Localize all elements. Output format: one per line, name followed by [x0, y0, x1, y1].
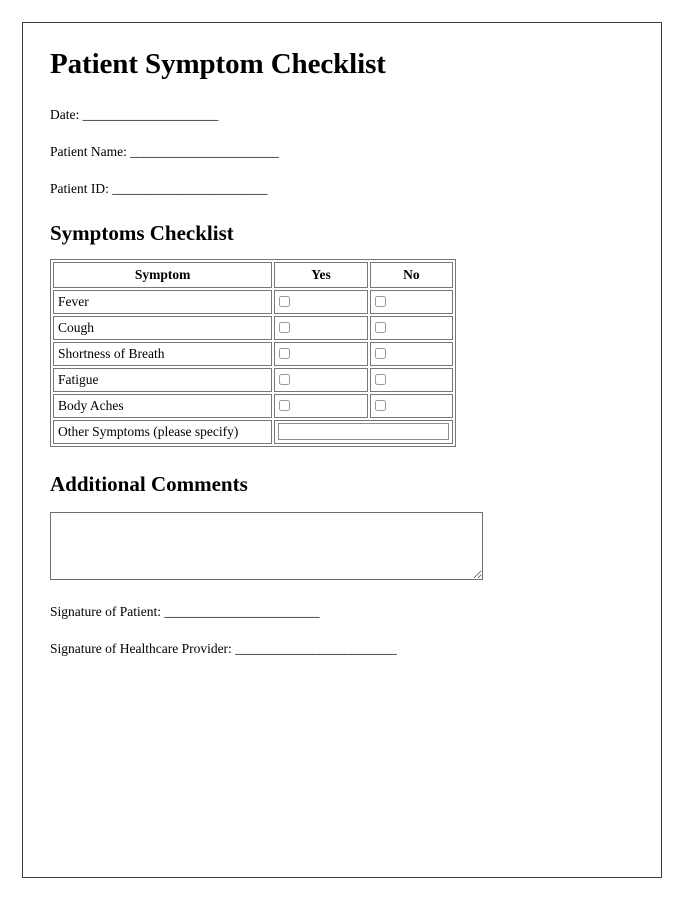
checkbox-cell-fatigue-yes[interactable]: [274, 367, 368, 392]
signature-provider-label: Signature of Healthcare Provider:: [50, 640, 232, 656]
checkbox-cell-fever-no[interactable]: [369, 289, 453, 314]
field-date-label: Date:: [50, 106, 80, 122]
signature-provider-blank[interactable]: _________________________: [235, 641, 397, 656]
table-row-other: Other Symptoms (please specify): [53, 419, 453, 444]
field-date: Date: _____________________: [50, 107, 633, 124]
checkbox-shortness-of-breath-yes[interactable]: [279, 347, 291, 359]
checkbox-cell-body-aches-yes[interactable]: [274, 393, 368, 418]
table-row: Fatigue: [53, 367, 453, 392]
checkbox-cell-shortness-of-breath-yes[interactable]: [274, 341, 368, 366]
symptoms-checklist-heading: Symptoms Checklist: [50, 220, 234, 245]
header-fields: Date: _____________________ Patient Name…: [50, 107, 633, 198]
table-row: Fever: [53, 289, 453, 314]
checkbox-fatigue-yes[interactable]: [279, 373, 291, 385]
checkbox-cough-yes[interactable]: [279, 321, 291, 333]
signature-fields: Signature of Patient: __________________…: [50, 604, 633, 658]
symptom-label-cough: Cough: [53, 315, 273, 340]
checkbox-shortness-of-breath-no[interactable]: [374, 347, 386, 359]
field-patient-id-label: Patient ID:: [50, 180, 109, 196]
checkbox-cell-body-aches-no[interactable]: [369, 393, 453, 418]
checkbox-cell-shortness-of-breath-no[interactable]: [369, 341, 453, 366]
symptom-label-other: Other Symptoms (please specify): [53, 419, 273, 444]
additional-comments-heading: Additional Comments: [50, 471, 248, 496]
checkbox-cell-cough-no[interactable]: [369, 315, 453, 340]
field-patient-name-blank[interactable]: _______________________: [130, 144, 279, 159]
checkbox-fever-no[interactable]: [374, 295, 386, 307]
checkbox-body-aches-no[interactable]: [374, 399, 386, 411]
checkbox-cell-fatigue-no[interactable]: [369, 367, 453, 392]
symptom-label-fatigue: Fatigue: [53, 367, 273, 392]
other-symptoms-cell: [274, 419, 453, 444]
signature-patient-blank[interactable]: ________________________: [164, 604, 319, 619]
symptom-label-fever: Fever: [53, 289, 273, 314]
table-row: Cough: [53, 315, 453, 340]
additional-comments-textarea[interactable]: [50, 511, 483, 580]
checkbox-fever-yes[interactable]: [279, 295, 291, 307]
field-patient-name: Patient Name: _______________________: [50, 144, 633, 161]
checkbox-cell-fever-yes[interactable]: [274, 289, 368, 314]
table-header-row: Symptom Yes No: [53, 261, 453, 288]
column-header-yes: Yes: [274, 261, 368, 288]
column-header-no: No: [369, 261, 453, 288]
checkbox-cell-cough-yes[interactable]: [274, 315, 368, 340]
field-patient-id: Patient ID: ________________________: [50, 181, 633, 198]
field-patient-name-label: Patient Name:: [50, 143, 127, 159]
signature-patient-row: Signature of Patient: __________________…: [50, 604, 633, 621]
signature-provider-row: Signature of Healthcare Provider: ______…: [50, 641, 633, 658]
document-body: Patient Symptom Checklist Date: ________…: [23, 23, 661, 657]
checkbox-cough-no[interactable]: [374, 321, 386, 333]
checkbox-fatigue-no[interactable]: [374, 373, 386, 385]
page-title: Patient Symptom Checklist: [50, 48, 386, 80]
symptom-label-shortness-of-breath: Shortness of Breath: [53, 341, 273, 366]
field-date-blank[interactable]: _____________________: [83, 107, 219, 122]
checkbox-body-aches-yes[interactable]: [279, 399, 291, 411]
other-symptoms-input[interactable]: [278, 423, 449, 441]
table-row: Shortness of Breath: [53, 341, 453, 366]
field-patient-id-blank[interactable]: ________________________: [112, 181, 267, 196]
symptom-label-body-aches: Body Aches: [53, 393, 273, 418]
page-frame: Patient Symptom Checklist Date: ________…: [22, 22, 662, 878]
table-row: Body Aches: [53, 393, 453, 418]
column-header-symptom: Symptom: [53, 261, 273, 288]
symptoms-table: Symptom Yes No Fever Cough Shortness of …: [50, 258, 456, 447]
signature-patient-label: Signature of Patient:: [50, 603, 161, 619]
